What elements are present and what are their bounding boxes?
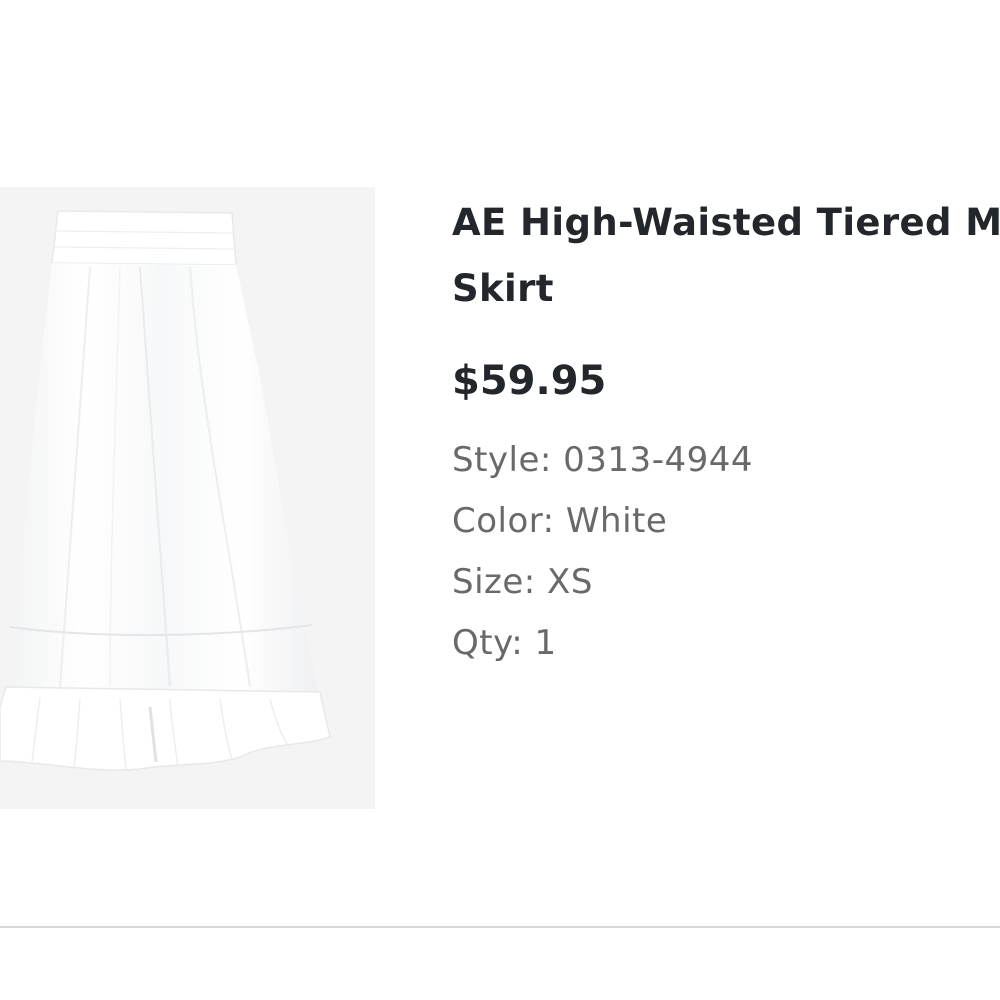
product-title[interactable]: AE High-Waisted Tiered Maxi Skirt — [452, 190, 1000, 322]
style-number: Style: 0313-4944 — [452, 440, 753, 480]
color-value: Color: White — [452, 501, 668, 541]
skirt-illustration — [0, 187, 375, 809]
quantity-value: Qty: 1 — [452, 623, 557, 663]
product-price: $59.95 — [452, 358, 607, 404]
divider — [0, 926, 1000, 928]
order-item-card: AE High-Waisted Tiered Maxi Skirt $59.95… — [0, 0, 1000, 1000]
size-value: Size: XS — [452, 562, 593, 602]
product-image[interactable] — [0, 187, 375, 809]
product-details: Style: 0313-4944 Color: White Size: XS Q… — [452, 430, 1000, 674]
product-info: AE High-Waisted Tiered Maxi Skirt $59.95… — [452, 190, 1000, 674]
